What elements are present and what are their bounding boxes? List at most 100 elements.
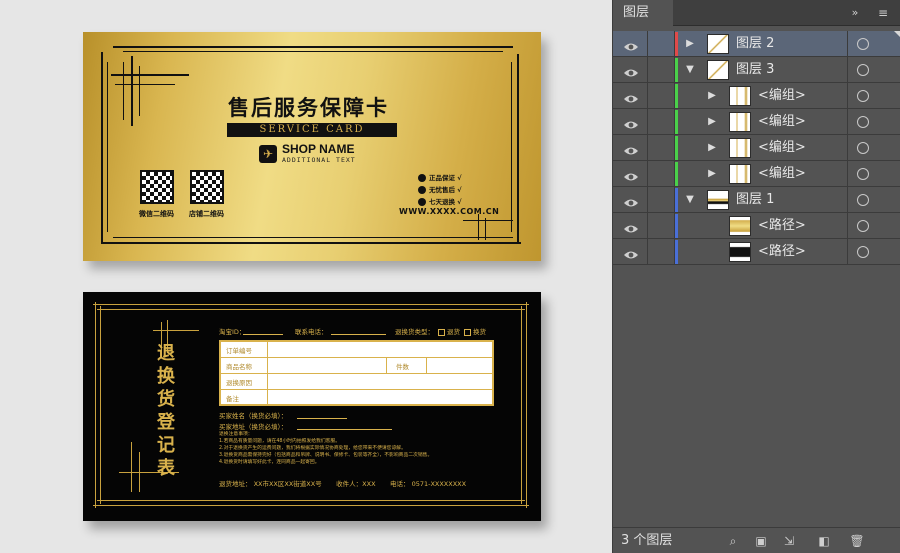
target-circle-icon[interactable] [857, 90, 869, 102]
layer-row[interactable]: ▶ 图层 2 [613, 31, 900, 57]
taobao-id-label: 淘宝ID： [219, 328, 246, 336]
layer-name[interactable]: <编组> [758, 161, 806, 187]
target-circle-icon[interactable] [857, 220, 869, 232]
corner-ornament [463, 220, 513, 221]
target-circle-icon[interactable] [857, 64, 869, 76]
layer-color-bar [675, 58, 678, 82]
layer-name[interactable]: 图层 3 [736, 57, 774, 83]
qr-label: 店铺二维码 [189, 210, 224, 218]
lock-toggle[interactable] [648, 57, 674, 83]
visibility-eye-icon[interactable] [623, 116, 639, 129]
table-cell: 退换原因 [226, 379, 252, 387]
layer-color-bar [675, 84, 678, 108]
corner-ornament [478, 214, 479, 240]
tab-layers[interactable]: 图层 [613, 0, 673, 26]
note-line: 4.退换货时请填写好此卡，连同商品一起寄回。 [219, 460, 320, 465]
feature-label: 七天退换 [429, 198, 455, 206]
visibility-eye-icon[interactable] [623, 220, 639, 233]
expand-arrow-icon[interactable]: ▶ [706, 89, 718, 103]
corner-ornament [131, 56, 133, 126]
buyer-address-label: 买家地址（换货必填）： [219, 423, 288, 431]
locate-object-icon[interactable]: ⌕ [725, 533, 741, 549]
layer-row[interactable]: ▶ <编组> [613, 109, 900, 135]
feature-label: 无忧售后 [429, 186, 455, 194]
lock-toggle[interactable] [648, 187, 674, 213]
layer-name[interactable]: 图层 1 [736, 187, 774, 213]
lock-toggle[interactable] [648, 31, 674, 57]
card-front-design[interactable]: 售后服务保障卡 SERVICE CARD ✈ SHOP NAME ADDITIO… [83, 32, 541, 261]
layer-name[interactable]: <编组> [758, 109, 806, 135]
visibility-eye-icon[interactable] [623, 142, 639, 155]
check-badge-icon [418, 186, 426, 194]
new-sublayer-icon[interactable]: ⇲ [781, 533, 797, 549]
layer-name[interactable]: <路径> [758, 213, 806, 239]
lock-toggle[interactable] [648, 239, 674, 265]
target-circle-icon[interactable] [857, 194, 869, 206]
table-divider [386, 358, 387, 373]
layer-thumbnail [729, 138, 751, 158]
expand-arrow-icon[interactable]: ▶ [684, 37, 696, 51]
feature-item: 正品保证 √ [418, 172, 462, 182]
return-type-text: 退换货类型： [395, 328, 434, 336]
visibility-eye-icon[interactable] [623, 194, 639, 207]
layer-row[interactable]: <路径> [613, 239, 900, 265]
field-underline [297, 429, 392, 430]
exchange-checkbox [464, 328, 471, 336]
target-circle-icon[interactable] [857, 116, 869, 128]
column-divider [847, 57, 848, 83]
layer-row[interactable]: ▼ 图层 3 [613, 57, 900, 83]
target-circle-icon[interactable] [857, 38, 869, 50]
layer-row[interactable]: ▶ <编组> [613, 135, 900, 161]
panel-menu-icon[interactable]: ≡ [871, 4, 895, 22]
lock-toggle[interactable] [648, 161, 674, 187]
make-clipping-mask-icon[interactable]: ▣ [753, 533, 769, 549]
table-row: 退换原因 [221, 374, 492, 390]
visibility-eye-icon[interactable] [623, 90, 639, 103]
expand-arrow-icon[interactable]: ▶ [706, 167, 718, 181]
layer-row[interactable]: <路径> [613, 213, 900, 239]
table-cell: 件数 [396, 363, 409, 371]
table-cell: 商品名称 [226, 363, 252, 371]
layer-row[interactable]: ▶ <编组> [613, 161, 900, 187]
lock-toggle[interactable] [648, 83, 674, 109]
return-checkbox [438, 328, 445, 336]
frame-stroke [101, 242, 521, 244]
layer-row[interactable]: ▼ 图层 1 [613, 187, 900, 213]
target-circle-icon[interactable] [857, 246, 869, 258]
lock-toggle[interactable] [648, 213, 674, 239]
expand-arrow-icon[interactable]: ▶ [706, 115, 718, 129]
collapse-arrow-icon[interactable]: ▼ [684, 63, 696, 77]
corner-ornament [123, 62, 124, 120]
collapse-panel-icon[interactable]: » [845, 4, 865, 22]
visibility-eye-icon[interactable] [623, 168, 639, 181]
lock-toggle[interactable] [648, 109, 674, 135]
visibility-eye-icon[interactable] [623, 246, 639, 259]
return-notes: 退换注意事项： 1.若商品有质量问题，请在48小时内拍照发给我们客服。 2.对于… [219, 431, 499, 466]
feature-label: 正品保证 [429, 174, 455, 182]
frame-stroke [101, 52, 103, 242]
target-circle-icon[interactable] [857, 168, 869, 180]
layer-name[interactable]: <编组> [758, 135, 806, 161]
table-divider [267, 342, 268, 357]
layer-row[interactable]: ▶ <编组> [613, 83, 900, 109]
footer-receiver: 收件人：XXX [336, 480, 376, 488]
qr-label: 微信二维码 [139, 210, 174, 218]
lock-toggle[interactable] [648, 135, 674, 161]
corner-ornament [115, 84, 175, 85]
delete-layer-icon[interactable]: 🗑 [849, 533, 865, 549]
visibility-eye-icon[interactable] [623, 38, 639, 51]
expand-arrow-icon[interactable]: ▶ [706, 141, 718, 155]
card-back-design[interactable]: 退换货登记表 淘宝ID： 联系电话： 退换货类型： 退货 换货 订单编号 商品名称 … [83, 292, 541, 521]
artboard-canvas[interactable]: 售后服务保障卡 SERVICE CARD ✈ SHOP NAME ADDITIO… [0, 0, 612, 553]
registration-table: 订单编号 商品名称 件数 退换原因 备注 [219, 340, 494, 406]
visibility-eye-icon[interactable] [623, 64, 639, 77]
layer-name[interactable]: <编组> [758, 83, 806, 109]
layer-name[interactable]: <路径> [758, 239, 806, 265]
collapse-arrow-icon[interactable]: ▼ [684, 193, 696, 207]
shop-name: SHOP NAME [282, 142, 355, 156]
layer-list: ▶ 图层 2 ▼ 图层 3 ▶ <编组> ▶ <编组> ▶ <编组> ▶ <编组> ▼ 图层 1 <路径> <… [613, 31, 900, 265]
layer-name[interactable]: 图层 2 [736, 31, 774, 57]
new-layer-icon[interactable]: ◧ [816, 533, 832, 549]
target-circle-icon[interactable] [857, 142, 869, 154]
table-row: 订单编号 [221, 342, 492, 358]
